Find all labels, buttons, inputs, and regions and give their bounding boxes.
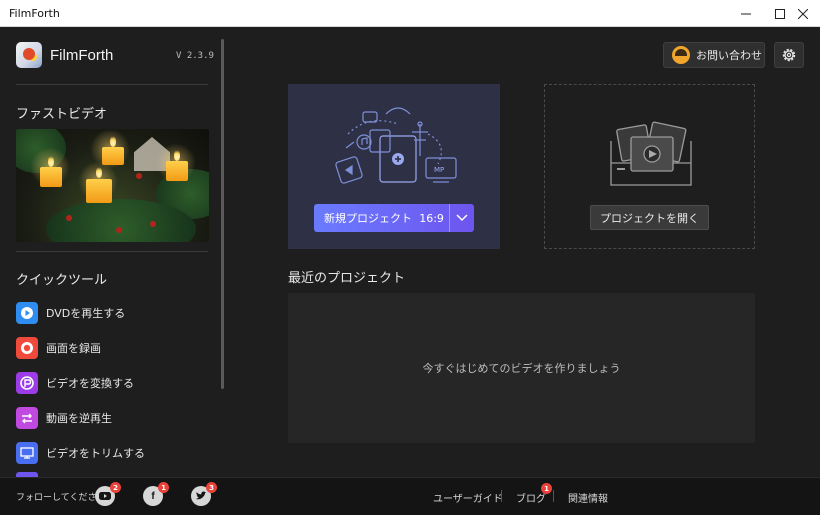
divider	[16, 84, 208, 85]
blog-link[interactable]: ブログ 1	[516, 483, 552, 505]
quick-tools-title: クイックツール	[16, 273, 108, 288]
notification-badge: 2	[110, 482, 121, 493]
twitter-icon	[196, 491, 207, 500]
berry-decoration	[136, 173, 142, 179]
footer-separator	[553, 490, 554, 502]
facebook-link[interactable]: f 1	[143, 482, 169, 506]
tool-reverse-video[interactable]: 動画を逆再生	[16, 406, 112, 430]
folder-video-icon	[610, 121, 692, 186]
tool-label: 動画を逆再生	[46, 412, 112, 425]
minimize-icon	[741, 13, 751, 14]
main-panel: お問い合わせ MP 新規プロジェクト 16:9 プロジェクトを開く 最近のプロジ…	[224, 27, 820, 477]
tool-label: ビデオを変換する	[46, 377, 134, 390]
tool-label: DVDを再生する	[46, 307, 126, 320]
new-project-button[interactable]: 新規プロジェクト 16:9	[314, 204, 474, 232]
twitter-link[interactable]: 3	[191, 482, 217, 506]
sidebar: FilmForth V 2.3.9 ファストビデオ クイックツール DVDを再生…	[0, 27, 221, 477]
candle-flame	[96, 166, 102, 178]
aspect-ratio-dropdown[interactable]	[450, 214, 474, 222]
open-project-card[interactable]: プロジェクトを開く	[544, 84, 755, 249]
footer-separator	[501, 490, 502, 502]
candle	[40, 167, 62, 187]
minimize-button[interactable]	[729, 0, 763, 27]
fast-video-thumbnail[interactable]	[16, 129, 209, 242]
candle-flame	[48, 155, 54, 167]
aspect-ratio-label: 16:9	[419, 211, 444, 225]
window-title: FilmForth	[9, 6, 60, 20]
tool-convert-video[interactable]: ビデオを変換する	[16, 371, 134, 395]
recent-projects-title: 最近のプロジェクト	[288, 271, 406, 286]
gear-icon	[782, 48, 796, 62]
candle-flame	[174, 149, 180, 161]
berry-decoration	[66, 215, 72, 221]
tool-label: 画面を録画	[46, 342, 101, 355]
candle-flame	[110, 135, 116, 147]
open-project-button[interactable]: プロジェクトを開く	[590, 205, 709, 230]
tool-label: ビデオをトリムする	[46, 447, 145, 460]
candle	[86, 179, 112, 203]
follow-label: フォローしてください	[16, 493, 106, 503]
tool-record-screen[interactable]: 画面を録画	[16, 336, 101, 360]
new-project-label: 新規プロジェクト	[324, 212, 412, 225]
contact-button[interactable]: お問い合わせ	[663, 42, 765, 68]
notification-badge: 1	[541, 483, 552, 494]
candle	[166, 161, 188, 181]
facebook-icon: f	[151, 490, 155, 502]
youtube-link[interactable]: 2	[95, 482, 121, 506]
play-icon	[16, 302, 38, 324]
maximize-icon	[775, 8, 785, 19]
divider	[16, 251, 208, 252]
notification-badge: 1	[158, 482, 169, 493]
app-name: FilmForth	[50, 46, 114, 64]
footer-bar: フォローしてください 2 f 1 3 ユーザーガイド ブログ 1 関連情報	[0, 477, 820, 515]
new-project-card[interactable]: MP 新規プロジェクト 16:9	[288, 84, 500, 249]
recent-empty-message: 今すぐはじめてのビデオを作りましょう	[422, 362, 621, 375]
user-guide-link[interactable]: ユーザーガイド	[433, 490, 503, 505]
trim-icon	[16, 442, 38, 464]
filmforth-logo-icon	[16, 42, 42, 68]
title-bar: FilmForth	[0, 0, 820, 27]
tool-play-dvd[interactable]: DVDを再生する	[16, 301, 125, 325]
app-logo: FilmForth	[16, 42, 113, 68]
berry-decoration	[150, 221, 156, 227]
recent-projects-panel: 今すぐはじめてのビデオを作りましょう	[288, 293, 755, 443]
tool-trim-video[interactable]: ビデオをトリムする	[16, 441, 145, 465]
support-agent-icon	[672, 46, 690, 64]
convert-icon	[16, 372, 38, 394]
close-icon	[798, 8, 808, 19]
reverse-icon	[16, 407, 38, 429]
candle	[102, 147, 124, 165]
svg-text:MP: MP	[434, 166, 444, 174]
record-icon	[16, 337, 38, 359]
fast-video-title: ファストビデオ	[16, 107, 108, 122]
related-info-link[interactable]: 関連情報	[568, 490, 608, 505]
settings-button[interactable]	[774, 42, 804, 68]
notification-badge: 3	[206, 482, 217, 493]
app-body: FilmForth V 2.3.9 ファストビデオ クイックツール DVDを再生…	[0, 27, 820, 515]
berry-decoration	[116, 227, 122, 233]
blog-label: ブログ	[516, 494, 546, 505]
youtube-icon	[99, 492, 111, 500]
close-button[interactable]	[786, 0, 820, 27]
chevron-down-icon	[456, 214, 468, 222]
media-illustration-icon: MP	[335, 107, 457, 184]
contact-label: お問い合わせ	[696, 49, 762, 62]
app-version: V 2.3.9	[176, 51, 214, 61]
